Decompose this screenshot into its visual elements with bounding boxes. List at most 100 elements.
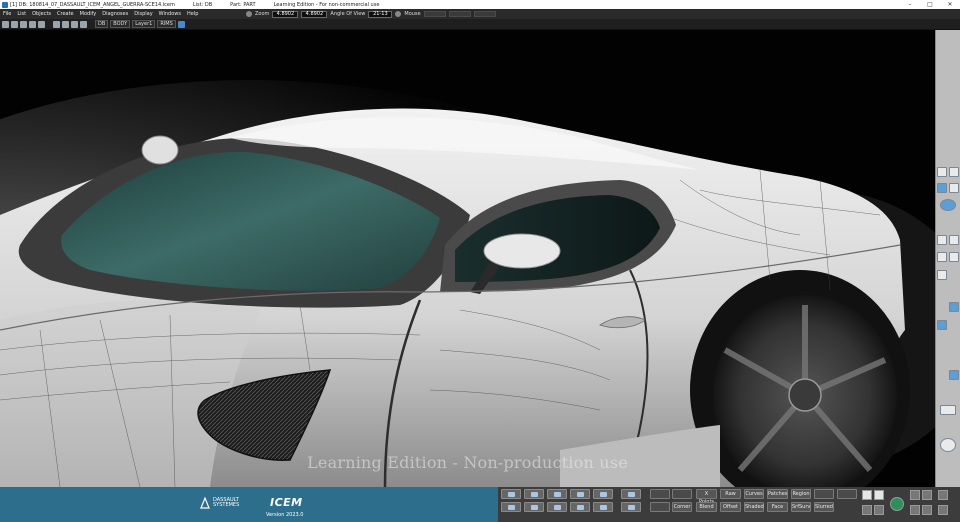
corner-button[interactable]: Corner [672, 502, 692, 512]
icem-logo: ICEM [270, 496, 303, 509]
face-button[interactable]: Face [767, 502, 788, 512]
minimize-button[interactable]: – [900, 0, 920, 9]
cut-icon[interactable] [62, 20, 69, 28]
layer-layer1[interactable]: Layer1 [132, 20, 156, 28]
menu-windows[interactable]: Windows [156, 11, 184, 17]
edition-label: Learning Edition - For non-commercial us… [273, 1, 380, 8]
view-iso-icon[interactable] [874, 490, 884, 500]
probe-icon[interactable] [949, 370, 959, 380]
dassault-logo: DASSAULT SYSTEMES [200, 497, 239, 509]
3d-viewport[interactable]: Learning Edition - Non-production use [0, 30, 935, 487]
new-file-icon[interactable] [2, 20, 9, 28]
menu-list[interactable]: List [14, 11, 29, 17]
region-button[interactable]: Region [791, 489, 811, 499]
learning-edition-watermark: Learning Edition - Non-production use [307, 453, 628, 472]
paste-icon[interactable] [80, 20, 87, 28]
view-top-icon[interactable] [937, 167, 947, 177]
right-tool-palette [935, 30, 960, 522]
surface-icon[interactable] [547, 502, 567, 512]
pick-icon[interactable] [621, 489, 641, 499]
view-front-icon[interactable] [949, 167, 959, 177]
x-points-button[interactable]: X Points [696, 489, 717, 505]
menu-objects[interactable]: Objects [29, 11, 54, 17]
axis-z-icon[interactable] [910, 505, 920, 515]
points-icon[interactable] [501, 502, 521, 512]
shaded-button[interactable]: Shaded [744, 502, 764, 512]
print-icon[interactable] [29, 20, 36, 28]
measure-icon[interactable] [949, 252, 959, 262]
sphere-icon[interactable] [940, 199, 956, 211]
reset-view-icon[interactable] [922, 505, 932, 515]
car-render [0, 30, 935, 487]
mouse-icon [395, 11, 402, 17]
camera-icon[interactable] [940, 405, 956, 415]
mouse-slot-2[interactable] [448, 11, 471, 17]
menu-diagnoses[interactable]: Diagnoses [99, 11, 131, 17]
srfsurv-button[interactable]: SrfSurv [791, 502, 811, 512]
slurred-button[interactable]: Slurred [814, 502, 834, 512]
compass-icon[interactable] [890, 497, 904, 511]
redo-icon[interactable] [53, 20, 60, 28]
company-name-line2: SYSTEMES [213, 502, 240, 508]
layer-body[interactable]: BODY [110, 20, 131, 28]
tool-slot-2[interactable] [672, 489, 692, 499]
layer-rims[interactable]: RIMS [157, 20, 176, 28]
patch-icon[interactable] [570, 502, 590, 512]
network-icon[interactable] [593, 502, 613, 512]
axis-x-icon[interactable] [910, 490, 920, 500]
axis-y-icon[interactable] [922, 490, 932, 500]
blend-icon[interactable] [621, 502, 641, 512]
blend-button[interactable]: Blend [696, 502, 717, 512]
zoom-field-secondary[interactable]: 4.8902 [301, 10, 328, 18]
menu-display[interactable]: Display [131, 11, 155, 17]
raw-button[interactable]: Raw [720, 489, 741, 499]
view-right-icon[interactable] [874, 505, 884, 515]
mouse-slot-3[interactable] [473, 11, 496, 17]
render-icon[interactable] [177, 20, 185, 28]
list-indicator: List: DB [192, 1, 213, 8]
patches-button[interactable]: Patches [767, 489, 788, 499]
view-cube-icon[interactable] [862, 490, 872, 500]
maximize-button[interactable]: □ [920, 0, 940, 9]
fit-icon[interactable] [593, 489, 613, 499]
grid-toggle-icon[interactable] [938, 490, 948, 500]
curves-button[interactable]: Curves [744, 489, 764, 499]
app-icon [2, 1, 8, 8]
zoom-tool-icon[interactable] [570, 489, 590, 499]
menu-help[interactable]: Help [184, 11, 201, 17]
menu-create[interactable]: Create [54, 11, 77, 17]
snap-toggle-icon[interactable] [938, 505, 948, 515]
copy-icon[interactable] [71, 20, 78, 28]
pan-icon[interactable] [547, 489, 567, 499]
offset-button[interactable]: Offset [720, 502, 741, 512]
shade-icon[interactable] [937, 183, 947, 193]
dassault-mark-icon [200, 497, 210, 509]
view-left-icon[interactable] [862, 505, 872, 515]
grid-icon[interactable] [937, 235, 947, 245]
save-icon[interactable] [20, 20, 27, 28]
layer-db[interactable]: DB [95, 20, 109, 28]
light-icon[interactable] [949, 183, 959, 193]
tool-slot-1[interactable] [650, 489, 670, 499]
menu-modify[interactable]: Modify [77, 11, 100, 17]
close-button[interactable]: ✕ [940, 0, 960, 9]
section-icon[interactable] [949, 302, 959, 312]
undo-icon[interactable] [38, 20, 45, 28]
rotate-icon[interactable] [524, 489, 544, 499]
settings-icon[interactable] [940, 438, 956, 452]
angle-of-view-field[interactable]: 21-13 [368, 10, 393, 18]
snap-icon[interactable] [937, 252, 947, 262]
tool-slot-5[interactable] [650, 502, 670, 512]
mouse-slot-1[interactable] [423, 11, 446, 17]
mouse-label: Mouse [404, 11, 421, 17]
tool-slot-4[interactable] [837, 489, 857, 499]
select-icon[interactable] [501, 489, 521, 499]
mirror-icon[interactable] [937, 320, 947, 330]
axis-icon[interactable] [937, 270, 947, 280]
menu-file[interactable]: File [0, 11, 14, 17]
curve-icon[interactable] [524, 502, 544, 512]
tool-slot-3[interactable] [814, 489, 834, 499]
open-icon[interactable] [11, 20, 18, 28]
zoom-field[interactable]: 4.8902 [272, 10, 299, 18]
layers-icon[interactable] [949, 235, 959, 245]
